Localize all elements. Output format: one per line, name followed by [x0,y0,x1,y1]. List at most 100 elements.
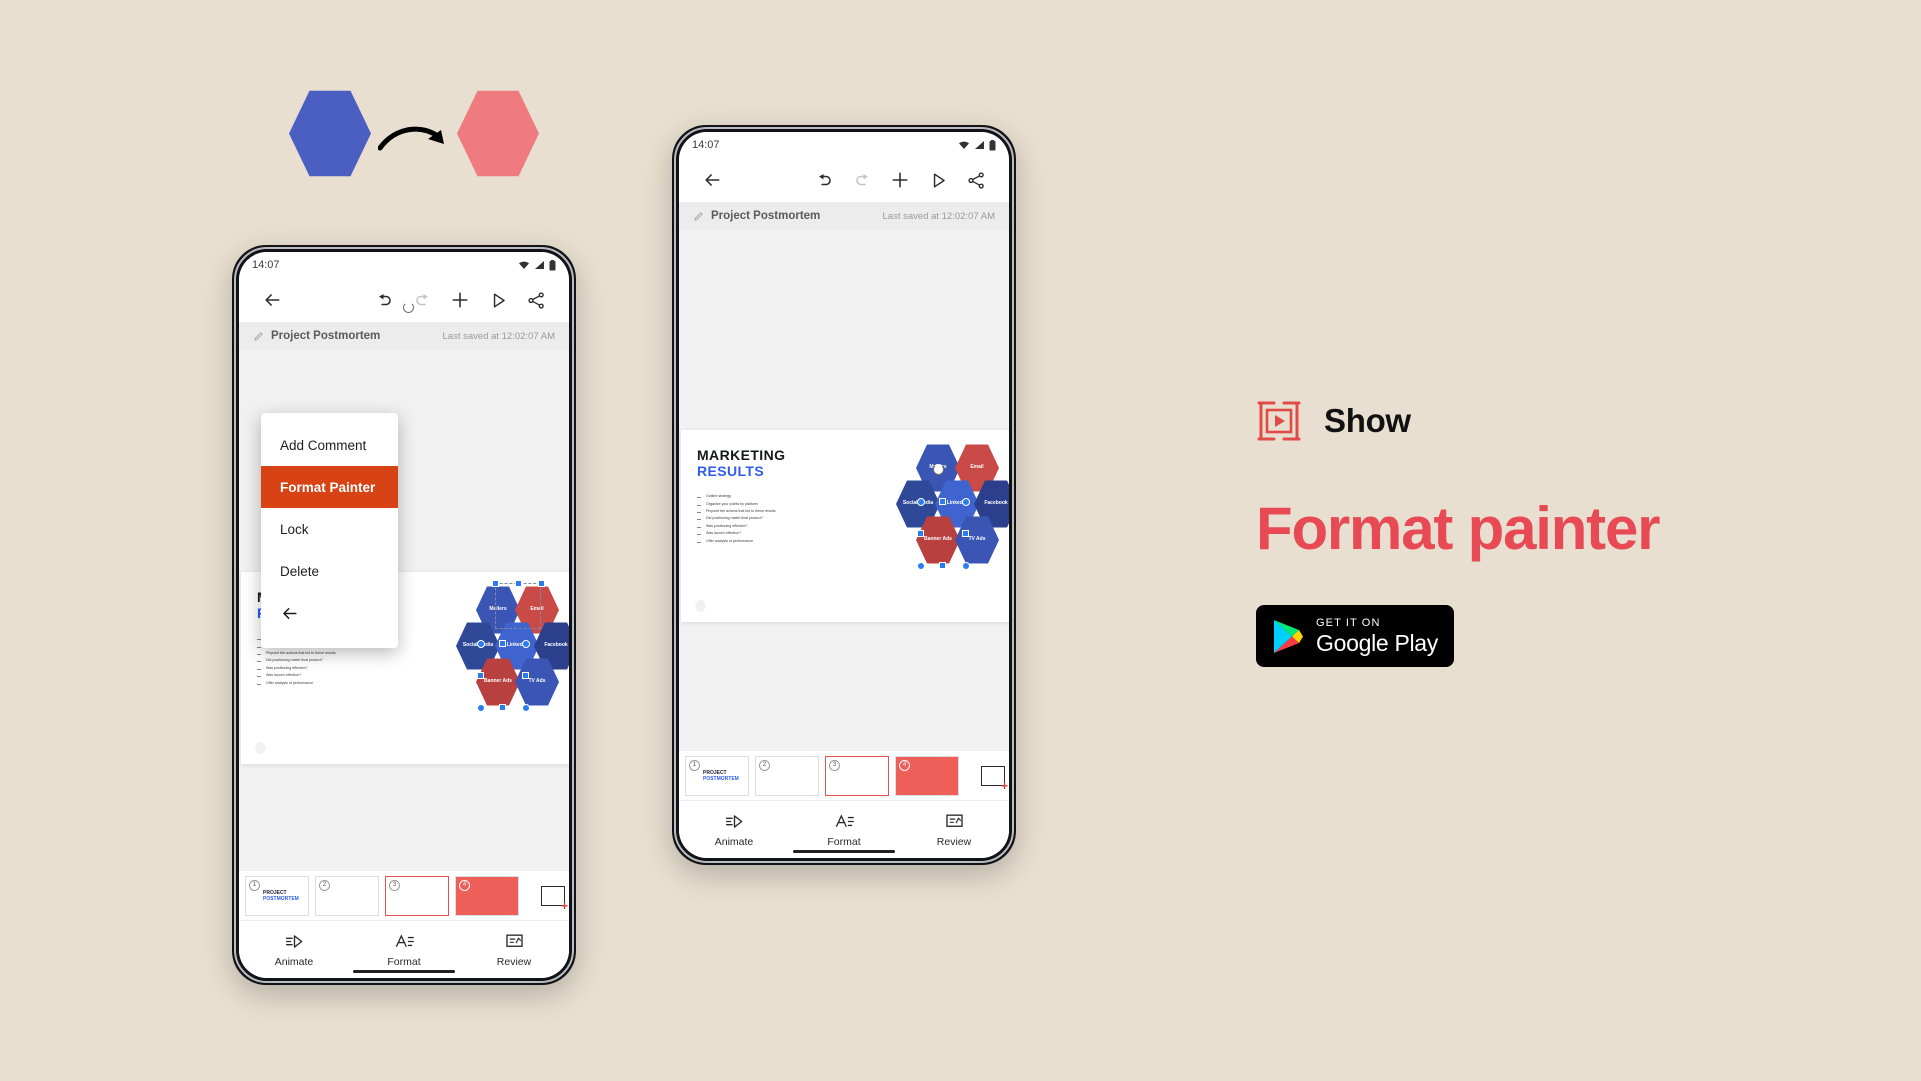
add-button[interactable] [881,161,919,199]
document-title[interactable]: Project Postmortem [271,330,380,342]
resize-handle[interactable] [962,530,969,537]
nav-item-format[interactable]: Format [364,932,444,968]
resize-handle[interactable] [538,580,545,587]
resize-handle[interactable] [499,640,506,647]
home-indicator[interactable] [353,970,455,973]
slide-preview[interactable]: MARKETING RESULTS Outline strategy Organ… [681,430,1009,622]
resize-handle[interactable] [917,562,925,570]
context-menu[interactable]: Add Comment Format Painter Lock Delete [261,413,398,648]
undo-button[interactable] [805,161,843,199]
nav-item-animate[interactable]: Animate [254,932,334,968]
undo-button[interactable] [365,281,403,319]
share-button[interactable] [957,161,995,199]
wifi-icon [959,141,969,149]
nav-item-format[interactable]: Format [804,812,884,848]
add-slide-button[interactable] [541,885,568,912]
thumbnail-number: 4 [459,879,470,891]
menu-item-format-painter[interactable]: Format Painter [261,466,398,508]
document-title[interactable]: Project Postmortem [711,210,820,222]
thumbnail-1[interactable]: 1 PROJECT POSTMORTEM [685,755,749,796]
slide-inner: MARKETING RESULTS Outline strategy Organ… [681,430,1009,622]
last-saved-label: Last saved at 12:02:07 AM [882,210,996,222]
nav-item-review[interactable]: Review [914,812,994,848]
thumbnail-3[interactable]: 3 [385,875,449,916]
phone-left: 14:07 Project Postmortem Last saved at 1… [232,245,576,985]
thumbnail-strip[interactable]: 1 PROJECT POSTMORTEM 2 3 4 [239,870,569,920]
thumbnail-3[interactable]: 3 [825,755,889,796]
present-button[interactable] [479,281,517,319]
add-slide-button[interactable] [981,765,1008,792]
resize-handle[interactable] [917,498,925,506]
thumbnail-title: PROJECT POSTMORTEM [703,770,739,782]
list-item: Did positioning match final product? [257,659,375,663]
thumbnail-number: 3 [829,759,840,771]
thumbnail-2[interactable]: 2 [315,875,379,916]
phone-right-screen: 14:07 Project Postmortem Last saved at 1… [679,132,1009,858]
nav-label: Review [936,835,972,848]
redo-button[interactable] [843,161,881,199]
resize-handle[interactable] [477,672,484,679]
status-bar: 14:07 [679,132,1009,158]
resize-handle[interactable] [492,580,499,587]
thumbnail-1[interactable]: 1 PROJECT POSTMORTEM [245,875,309,916]
nav-item-animate[interactable]: Animate [694,812,774,848]
hexagon-cluster[interactable]: Mailers Email Social Media LinkedIn Face… [883,444,1009,594]
resize-handle[interactable] [515,580,522,587]
resize-handle[interactable] [477,640,485,648]
back-button[interactable] [693,161,731,199]
thumbnail-title-line2: POSTMORTEM [703,775,739,782]
slide-footer-badge [695,600,706,612]
hexagon-cluster[interactable]: Mailers Email Social Media LinkedIn Face… [443,580,569,736]
google-play-badge[interactable]: GET IT ON Google Play [1256,605,1454,667]
phone-left-screen: 14:07 Project Postmortem Last saved at 1… [239,252,569,978]
thumbnail-4[interactable]: 4 [455,875,519,916]
resize-handle[interactable] [917,530,924,537]
add-button[interactable] [441,281,479,319]
resize-handle[interactable] [499,704,506,711]
resize-handle[interactable] [962,498,970,506]
menu-item-add-comment[interactable]: Add Comment [261,424,398,466]
menu-item-delete[interactable]: Delete [261,550,398,592]
thumbnail-4[interactable]: 4 [895,755,959,796]
thumbnail-number: 1 [249,879,260,891]
nav-label: Format [387,955,421,968]
selection-outline [495,583,541,629]
hero-hexagon-target [457,90,539,177]
nav-label: Review [496,955,532,968]
format-icon [835,813,854,827]
menu-back-button[interactable] [261,592,398,634]
home-indicator[interactable] [793,850,895,853]
thumbnail-title-line1: PROJECT [703,769,727,776]
redo-button[interactable] [403,281,441,319]
format-icon [395,933,414,947]
resize-handle[interactable] [522,704,530,712]
thumbnail-title: PROJECT POSTMORTEM [263,890,299,902]
menu-item-lock[interactable]: Lock [261,508,398,550]
present-button[interactable] [919,161,957,199]
nav-item-review[interactable]: Review [474,932,554,968]
nav-label: Animate [714,835,754,848]
thumbnail-strip[interactable]: 1 PROJECT POSTMORTEM 2 3 4 [679,750,1009,800]
thumbnail-number: 2 [759,759,770,771]
resize-handle[interactable] [522,672,529,679]
resize-handle[interactable] [939,498,946,505]
back-arrow-icon [705,174,720,186]
resize-handle[interactable] [477,704,485,712]
slide-canvas[interactable]: MARKETING RESULTS Outline strategy Organ… [679,230,1009,750]
title-row: Project Postmortem Last saved at 12:02:0… [679,202,1009,230]
share-button[interactable] [517,281,555,319]
thumbnail-2[interactable]: 2 [755,755,819,796]
title-row: Project Postmortem Last saved at 12:02:0… [239,322,569,350]
rotate-handle[interactable] [933,464,944,475]
resize-handle[interactable] [939,562,946,569]
rotate-handle[interactable] [403,302,414,313]
status-time: 14:07 [252,259,280,271]
toolbar [239,278,569,322]
resize-handle[interactable] [522,640,530,648]
slide-canvas[interactable]: MARKETING RESULTS Outline strategy Organ… [239,302,569,870]
back-arrow-icon [265,294,280,306]
show-logo-icon [1257,401,1301,441]
list-item: Did positioning match final product? [697,517,815,521]
back-button[interactable] [253,281,291,319]
resize-handle[interactable] [962,562,970,570]
